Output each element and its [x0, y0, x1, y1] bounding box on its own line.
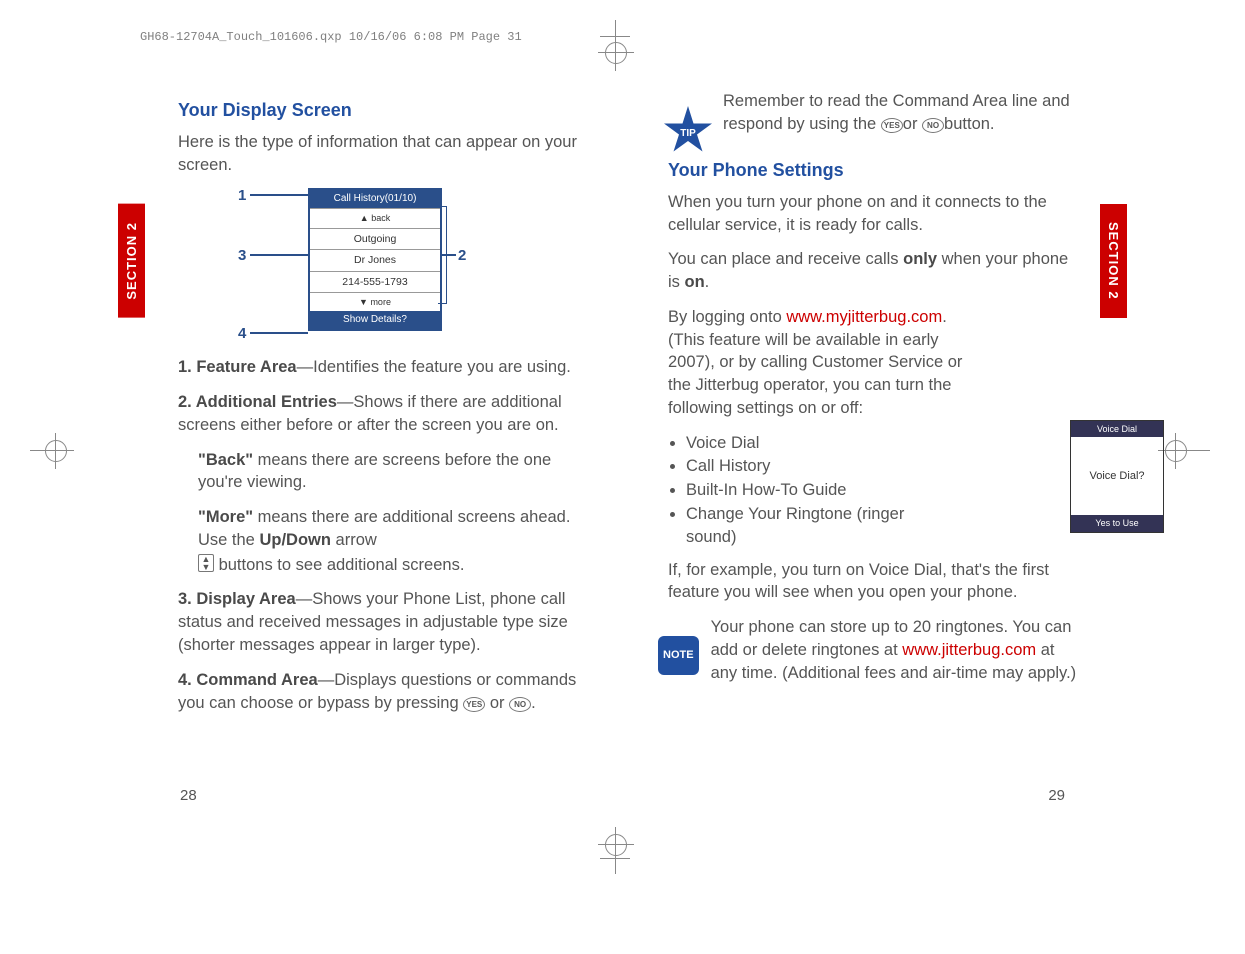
callout-line: [250, 254, 308, 256]
registration-target: [45, 440, 67, 462]
item-1-text: —Identifies the feature you are using.: [297, 358, 571, 376]
callout-1: 1: [238, 186, 246, 207]
settings-p2: You can place and receive calls only whe…: [668, 248, 1078, 294]
callout-4: 4: [238, 324, 246, 345]
back-label: "Back": [198, 451, 253, 469]
item-3-label: 3. Display Area: [178, 590, 296, 608]
page-number-right: 29: [1048, 787, 1065, 804]
more-text3: buttons to see additional screens.: [214, 556, 464, 574]
back-explain: "Back" means there are screens before th…: [198, 449, 588, 495]
mini-body: Voice Dial?: [1071, 437, 1163, 515]
settings-list: Voice Dial Call History Built-In How-To …: [686, 432, 946, 549]
item-2: 2. Additional Entries—Shows if there are…: [178, 391, 588, 437]
registration-target: [605, 834, 627, 856]
screen-row: Dr Jones: [310, 249, 440, 270]
no-icon: NO: [509, 697, 531, 712]
p2a: You can place and receive calls: [668, 250, 903, 268]
page-right: TIP Remember to read the Command Area li…: [668, 90, 1078, 684]
screen-diagram: 1 3 2 4 Call History(01/10) ▲ back Outgo…: [238, 188, 468, 348]
list-item: Voice Dial: [686, 432, 946, 455]
updown-label: Up/Down: [259, 531, 331, 549]
item-2-label: 2. Additional Entries: [178, 393, 337, 411]
link-jitterbug[interactable]: www.jitterbug.com: [902, 641, 1036, 659]
phone-screen: Call History(01/10) ▲ back Outgoing Dr J…: [308, 188, 442, 331]
p2e: .: [705, 273, 710, 291]
section-tab-left: SECTION 2: [118, 204, 145, 318]
note-block: NOTE Your phone can store up to 20 ringt…: [658, 616, 1078, 684]
p2-only: only: [903, 250, 937, 268]
or-label: or: [490, 694, 505, 712]
page-left: Your Display Screen Here is the type of …: [178, 90, 588, 726]
section-tab-right: SECTION 2: [1100, 204, 1127, 318]
mini-cmd: Yes to Use: [1071, 515, 1163, 531]
note-label: NOTE: [658, 636, 699, 675]
tip-star-icon: TIP: [663, 106, 713, 156]
mini-screen: Voice Dial Voice Dial? Yes to Use: [1070, 420, 1164, 533]
settings-p1: When you turn your phone on and it conne…: [668, 191, 1078, 237]
item-1: 1. Feature Area—Identifies the feature y…: [178, 356, 588, 379]
tip-block: TIP Remember to read the Command Area li…: [668, 90, 1078, 150]
page-number-left: 28: [180, 787, 197, 804]
intro-text: Here is the type of information that can…: [178, 131, 588, 177]
screen-back: ▲ back: [310, 208, 440, 227]
callout-line: [250, 332, 308, 334]
tip-text2: button.: [944, 115, 994, 133]
item-4-label: 4. Command Area: [178, 671, 318, 689]
more-explain: "More" means there are additional screen…: [198, 506, 588, 552]
item-1-label: 1. Feature Area: [178, 358, 297, 376]
list-item: Change Your Ringtone (ringer sound): [686, 503, 946, 549]
crop-mark: [30, 450, 60, 451]
settings-p3: By logging onto www.myjitterbug.com. (Th…: [668, 306, 978, 420]
p3a: By logging onto: [668, 308, 786, 326]
settings-p4: If, for example, you turn on Voice Dial,…: [668, 559, 1078, 605]
yes-icon: YES: [881, 118, 903, 133]
heading-phone-settings: Your Phone Settings: [668, 158, 1078, 183]
or-label: or: [903, 115, 918, 133]
tip-label: TIP: [680, 127, 696, 141]
callout-2: 2: [458, 246, 466, 267]
updown-icon: ▲▼: [198, 554, 214, 572]
yes-icon: YES: [463, 697, 485, 712]
p2-on: on: [685, 273, 705, 291]
heading-display-screen: Your Display Screen: [178, 98, 588, 123]
mini-title: Voice Dial: [1071, 421, 1163, 437]
note-text: Your phone can store up to 20 ringtones.…: [711, 616, 1078, 684]
callout-line: [250, 194, 308, 196]
print-header: GH68-12704A_Touch_101606.qxp 10/16/06 6:…: [140, 30, 522, 44]
item-4: 4. Command Area—Displays questions or co…: [178, 669, 588, 715]
more-label: "More": [198, 508, 253, 526]
more-text2: arrow: [331, 531, 377, 549]
screen-command: Show Details?: [310, 311, 440, 329]
screen-more: ▼ more: [310, 292, 440, 311]
registration-target: [605, 42, 627, 64]
screen-row: Outgoing: [310, 228, 440, 249]
crop-mark: [1180, 450, 1210, 451]
registration-target: [1165, 440, 1187, 462]
callout-3: 3: [238, 246, 246, 267]
list-item: Call History: [686, 455, 946, 478]
list-item: Built-In How-To Guide: [686, 479, 946, 502]
more-explain-2: ▲▼ buttons to see additional screens.: [198, 554, 588, 577]
item-3: 3. Display Area—Shows your Phone List, p…: [178, 588, 588, 656]
link-myjitterbug[interactable]: www.myjitterbug.com: [786, 308, 942, 326]
screen-row: 214-555-1793: [310, 271, 440, 292]
screen-title: Call History(01/10): [310, 190, 440, 208]
no-icon: NO: [922, 118, 944, 133]
more-text: means there are additional screens ahead…: [198, 508, 570, 549]
